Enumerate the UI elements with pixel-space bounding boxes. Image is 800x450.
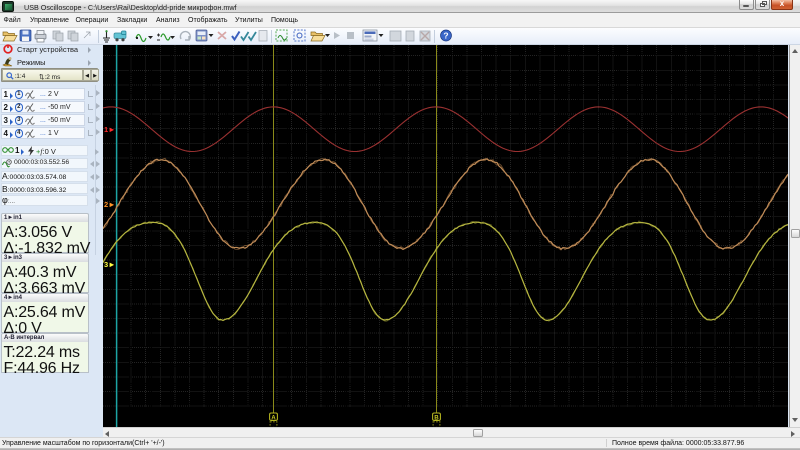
svg-text:3►: 3► bbox=[104, 260, 116, 269]
svg-text:A: A bbox=[271, 415, 276, 422]
svg-text:?: ? bbox=[443, 31, 448, 41]
svg-text:2►: 2► bbox=[104, 200, 116, 209]
svg-text:1►: 1► bbox=[104, 125, 116, 134]
svg-text:B: B bbox=[434, 415, 439, 422]
